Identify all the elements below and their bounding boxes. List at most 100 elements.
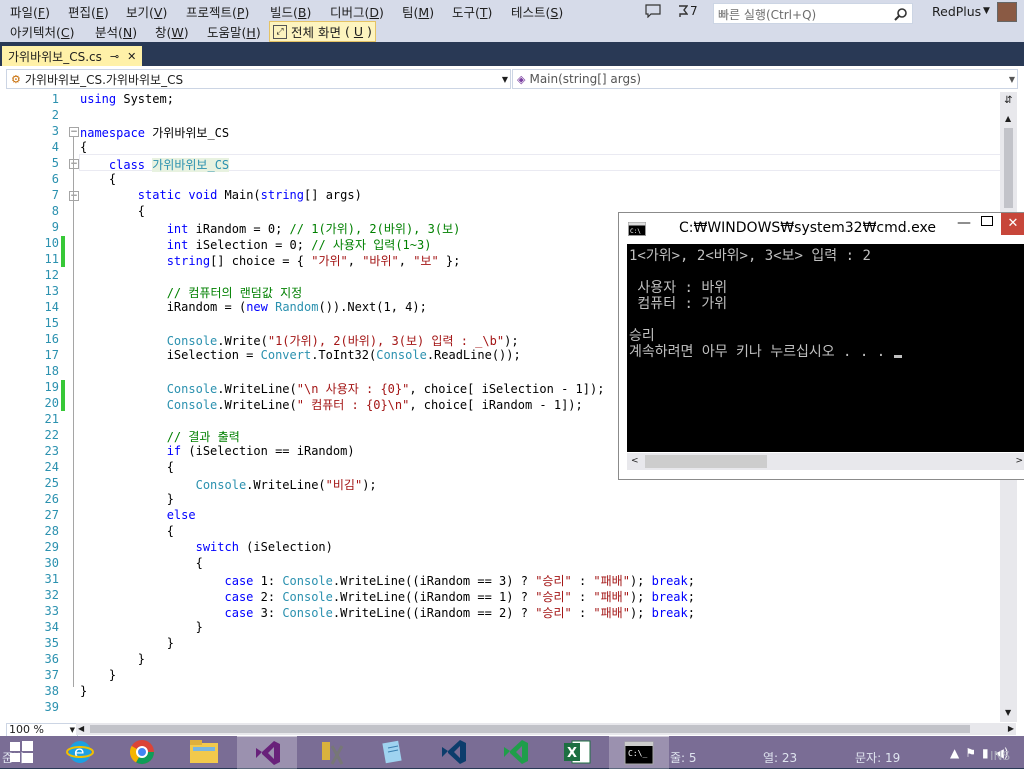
- menu-edit[interactable]: 편집(E): [68, 2, 109, 21]
- line-number: 12: [44, 268, 59, 282]
- code-line: // 결과 출력: [166, 430, 240, 444]
- console-output[interactable]: 1<가위>, 2<바위>, 3<보> 입력 : 2 사용자 : 바위 컴퓨터 :…: [627, 244, 1024, 452]
- menu-project[interactable]: 프로젝트(P): [186, 2, 249, 21]
- line-number: 32: [44, 588, 59, 602]
- line-number: 28: [44, 524, 59, 538]
- taskbar-chrome[interactable]: [112, 736, 172, 768]
- console-cursor: [893, 355, 902, 358]
- line-number: 33: [44, 604, 59, 618]
- chevron-down-icon[interactable]: ▼: [983, 6, 990, 16]
- code-line: case 2: Console.WriteLine((iRandom == 1)…: [224, 590, 695, 604]
- zoom-dropdown[interactable]: 100 % ▼: [6, 723, 78, 737]
- class-dropdown[interactable]: ⚙ 가위바위보_CS.가위바위보_CS ▼: [6, 69, 511, 89]
- code-line: int iSelection = 0; // 사용자 입력(1~3): [166, 238, 432, 252]
- console-line: 계속하려면 아무 키나 누르십시오 . . .: [629, 341, 902, 361]
- chevron-left-icon[interactable]: ◀: [78, 724, 84, 733]
- taskbar-excel[interactable]: X: [547, 736, 607, 768]
- line-number: 10: [44, 236, 59, 250]
- menu-analyze[interactable]: 분석(N): [95, 22, 137, 41]
- start-button[interactable]: [0, 736, 42, 768]
- menu-debug[interactable]: 디버그(D): [330, 2, 384, 21]
- line-number: 30: [44, 556, 59, 570]
- line-number: 19: [44, 380, 59, 394]
- menu-tools[interactable]: 도구(T): [452, 2, 492, 21]
- pin-icon[interactable]: ⊸: [110, 50, 119, 63]
- tools-icon: [322, 742, 344, 765]
- chevron-down-icon: ▼: [1008, 74, 1015, 84]
- folder-icon: [190, 740, 218, 763]
- chrome-icon: [129, 740, 154, 765]
- close-button[interactable]: ✕: [1001, 213, 1024, 235]
- line-number: 31: [44, 572, 59, 586]
- code-line: using System;: [80, 92, 174, 106]
- line-number: 34: [44, 620, 59, 634]
- taskbar-visual-studio-express[interactable]: [485, 736, 545, 768]
- fullscreen-icon: ⤢: [273, 24, 287, 39]
- editor-footer: 100 % ▼ ◀ ▶: [0, 722, 1024, 737]
- minimize-icon[interactable]: —: [957, 215, 971, 231]
- chevron-right-icon[interactable]: >: [1015, 456, 1023, 466]
- scroll-thumb[interactable]: [1004, 128, 1013, 208]
- taskbar-ie[interactable]: e: [50, 736, 110, 768]
- taskbar-cmd[interactable]: C:\_: [609, 736, 669, 769]
- cmd-horizontal-scrollbar[interactable]: < >: [627, 453, 1024, 470]
- line-number: 38: [44, 684, 59, 698]
- code-line: }: [80, 684, 88, 698]
- menu-architecture[interactable]: 아키텍처(C): [10, 22, 75, 41]
- scroll-thumb[interactable]: [645, 455, 767, 468]
- avatar[interactable]: [997, 2, 1017, 22]
- code-line: Console.WriteLine(" 컴퓨터 : {0}\n", choice…: [166, 398, 583, 412]
- menu-test[interactable]: 테스트(S): [511, 2, 563, 21]
- change-marker: [61, 236, 65, 267]
- menu-help[interactable]: 도움말(H): [207, 22, 261, 41]
- svg-text:X: X: [567, 746, 577, 761]
- menu-file[interactable]: 파일(F): [10, 2, 50, 21]
- cmd-window[interactable]: C:\ C:₩WINDOWS₩system32₩cmd.exe — ✕ 1<가위…: [618, 212, 1024, 480]
- user-name[interactable]: RedPlus: [932, 4, 981, 19]
- feedback-icon[interactable]: [645, 4, 661, 19]
- line-number: 27: [44, 508, 59, 522]
- taskbar-visual-studio[interactable]: [423, 736, 483, 768]
- code-line: {: [108, 172, 117, 186]
- taskbar-notepad[interactable]: [362, 736, 422, 768]
- scroll-thumb[interactable]: [90, 725, 970, 733]
- menu-team[interactable]: 팀(M): [402, 2, 434, 21]
- cmd-titlebar[interactable]: C:\ C:₩WINDOWS₩system32₩cmd.exe — ✕: [619, 213, 1024, 243]
- maximize-icon[interactable]: [981, 216, 993, 226]
- line-number: 37: [44, 668, 59, 682]
- taskbar-tools[interactable]: [299, 736, 359, 768]
- line-number: 17: [44, 348, 59, 362]
- taskbar-visual-studio-2012[interactable]: [237, 736, 297, 769]
- notifications[interactable]: 7: [678, 4, 698, 18]
- document-tab-strip: 가위바위보_CS.cs ⊸ ✕: [0, 42, 1024, 66]
- chevron-up-icon[interactable]: ▲: [1005, 114, 1011, 123]
- chevron-up-icon[interactable]: ▲: [950, 746, 959, 760]
- split-icon[interactable]: ⇵: [1002, 96, 1015, 106]
- menu-build[interactable]: 빌드(B): [270, 2, 311, 21]
- line-number: 9: [51, 220, 59, 234]
- code-line: case 3: Console.WriteLine((iRandom == 2)…: [224, 606, 695, 620]
- menu-window[interactable]: 창(W): [155, 22, 189, 41]
- member-dropdown[interactable]: ◈ Main(string[] args) ▼: [512, 69, 1018, 89]
- taskbar-explorer[interactable]: [174, 736, 234, 768]
- document-tab[interactable]: 가위바위보_CS.cs ⊸ ✕: [2, 46, 143, 66]
- taskbar: 준비 e X C:\_ 줄: 5 열: 23 문자: 19 ▲ ⚑ ▮ ◀) I…: [0, 736, 1024, 769]
- cmd-icon: C:\: [628, 222, 646, 236]
- code-line: iSelection = Convert.ToInt32(Console.Rea…: [166, 348, 521, 362]
- menu-view[interactable]: 보기(V): [126, 2, 167, 21]
- chevron-left-icon[interactable]: <: [631, 456, 639, 466]
- close-icon[interactable]: ✕: [127, 50, 136, 63]
- line-number: 25: [44, 476, 59, 490]
- collapse-icon[interactable]: −: [69, 159, 79, 169]
- network-icon[interactable]: ▮: [982, 746, 989, 760]
- chevron-down-icon[interactable]: ▼: [1005, 708, 1011, 717]
- flag-icon: [679, 5, 688, 17]
- flag-icon[interactable]: ⚑: [965, 746, 976, 760]
- chevron-right-icon[interactable]: ▶: [1008, 724, 1014, 733]
- collapse-icon[interactable]: −: [69, 127, 79, 137]
- line-number: 15: [44, 316, 59, 330]
- quick-launch-input[interactable]: 빠른 실행(Ctrl+Q): [713, 3, 913, 24]
- horizontal-scrollbar[interactable]: ◀ ▶: [76, 723, 1016, 735]
- fullscreen-button[interactable]: ⤢ 전체 화면(U): [269, 21, 376, 42]
- collapse-icon[interactable]: −: [69, 191, 79, 201]
